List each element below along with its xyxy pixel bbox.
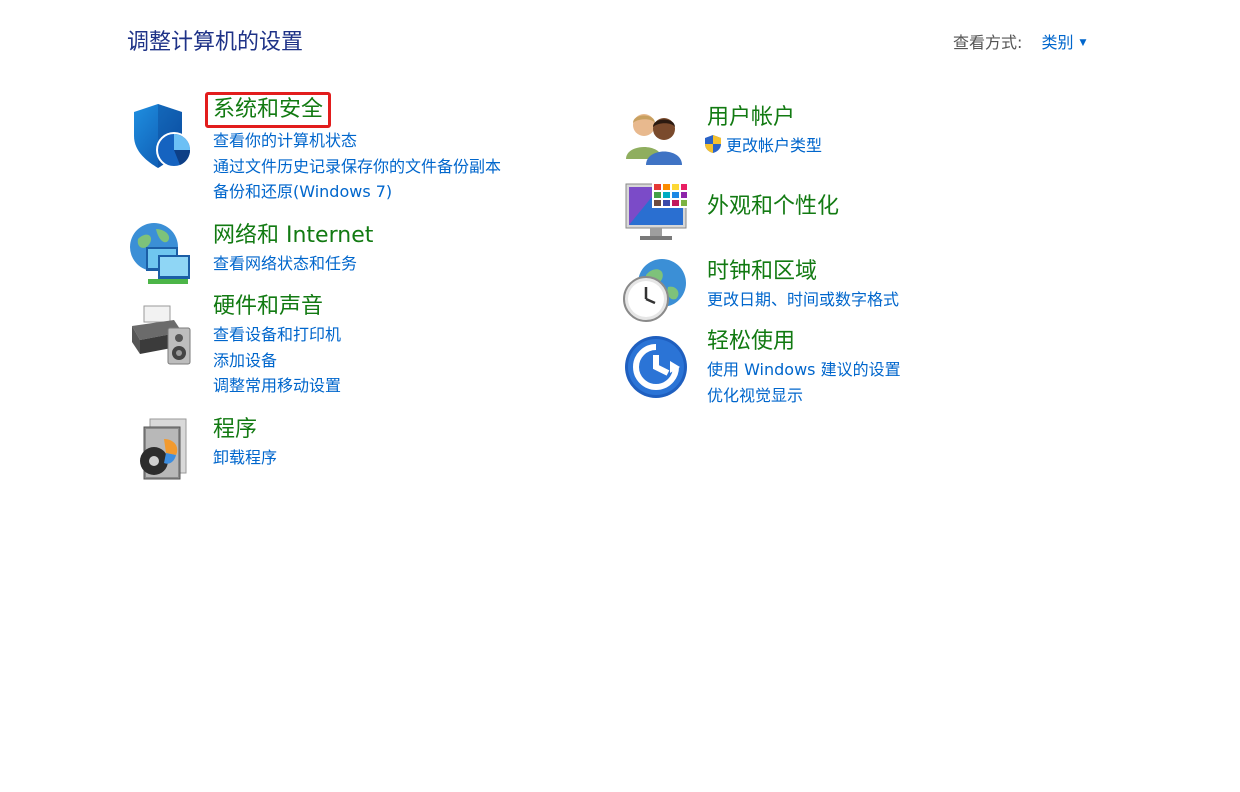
programs-title[interactable]: 程序: [213, 415, 257, 445]
view-by-value: 类别: [1041, 33, 1074, 52]
category-text: 轻松使用 使用 Windows 建议的设置 优化视觉显示: [707, 327, 901, 408]
link-change-account-type[interactable]: 更改帐户类型: [703, 133, 822, 162]
links-list: 卸载程序: [213, 445, 277, 471]
link-change-date-time-format[interactable]: 更改日期、时间或数字格式: [707, 287, 899, 313]
category-text: 用户帐户 更改帐户类型: [705, 103, 822, 162]
uac-shield-icon: [703, 134, 723, 162]
links-list: 更改日期、时间或数字格式: [707, 287, 899, 313]
ease-of-access-icon[interactable]: [622, 333, 688, 399]
links-list: 更改帐户类型: [705, 133, 822, 162]
system-security-title[interactable]: 系统和安全: [205, 92, 332, 128]
category-text: 外观和个性化: [707, 192, 839, 222]
chevron-down-icon: ▼: [1079, 38, 1087, 48]
clock-region-title[interactable]: 时钟和区域: [707, 257, 817, 287]
category-text: 网络和 Internet 查看网络状态和任务: [213, 221, 373, 277]
links-list: 查看设备和打印机 添加设备 调整常用移动设置: [213, 322, 341, 399]
ease-of-access-title[interactable]: 轻松使用: [707, 327, 795, 357]
link-network-status[interactable]: 查看网络状态和任务: [213, 251, 373, 277]
links-list: 使用 Windows 建议的设置 优化视觉显示: [707, 357, 901, 408]
page-title: 调整计算机的设置: [127, 30, 304, 55]
link-add-device[interactable]: 添加设备: [213, 348, 341, 374]
link-view-computer-status[interactable]: 查看你的计算机状态: [213, 128, 501, 154]
network-internet-title[interactable]: 网络和 Internet: [213, 221, 373, 251]
shield-icon[interactable]: [128, 92, 194, 168]
link-change-account-type-label: 更改帐户类型: [726, 136, 823, 155]
link-devices-printers[interactable]: 查看设备和打印机: [213, 322, 341, 348]
view-by-label: 查看方式:: [953, 33, 1023, 52]
monitor-palette-icon[interactable]: [622, 180, 688, 246]
link-mobility-settings[interactable]: 调整常用移动设置: [213, 373, 341, 399]
links-list: 查看你的计算机状态 通过文件历史记录保存你的文件备份副本 备份和还原(Windo…: [213, 128, 501, 205]
view-by-dropdown[interactable]: 类别 ▼: [1042, 33, 1087, 52]
category-text: 系统和安全 查看你的计算机状态 通过文件历史记录保存你的文件备份副本 备份和还原…: [205, 92, 501, 205]
category-text: 硬件和声音 查看设备和打印机 添加设备 调整常用移动设置: [213, 292, 341, 399]
hardware-sound-title[interactable]: 硬件和声音: [213, 292, 323, 322]
links-list: 查看网络状态和任务: [213, 251, 373, 277]
network-globe-icon[interactable]: [128, 221, 194, 287]
link-windows-recommended-settings[interactable]: 使用 Windows 建议的设置: [707, 357, 901, 383]
user-accounts-title[interactable]: 用户帐户: [707, 103, 795, 133]
printer-speaker-icon[interactable]: [128, 302, 194, 368]
link-backup-restore[interactable]: 备份和还原(Windows 7): [213, 179, 501, 205]
appearance-title[interactable]: 外观和个性化: [707, 192, 839, 222]
category-text: 时钟和区域 更改日期、时间或数字格式: [707, 257, 899, 313]
clock-globe-icon[interactable]: [622, 257, 688, 323]
link-optimize-visual-display[interactable]: 优化视觉显示: [707, 383, 901, 409]
view-by: 查看方式: 类别 ▼: [953, 31, 1086, 55]
link-file-history-backup[interactable]: 通过文件历史记录保存你的文件备份副本: [213, 154, 501, 180]
programs-disc-icon[interactable]: [136, 417, 202, 483]
link-uninstall-program[interactable]: 卸载程序: [213, 445, 277, 471]
category-text: 程序 卸载程序: [213, 415, 277, 471]
users-icon[interactable]: [622, 109, 688, 175]
